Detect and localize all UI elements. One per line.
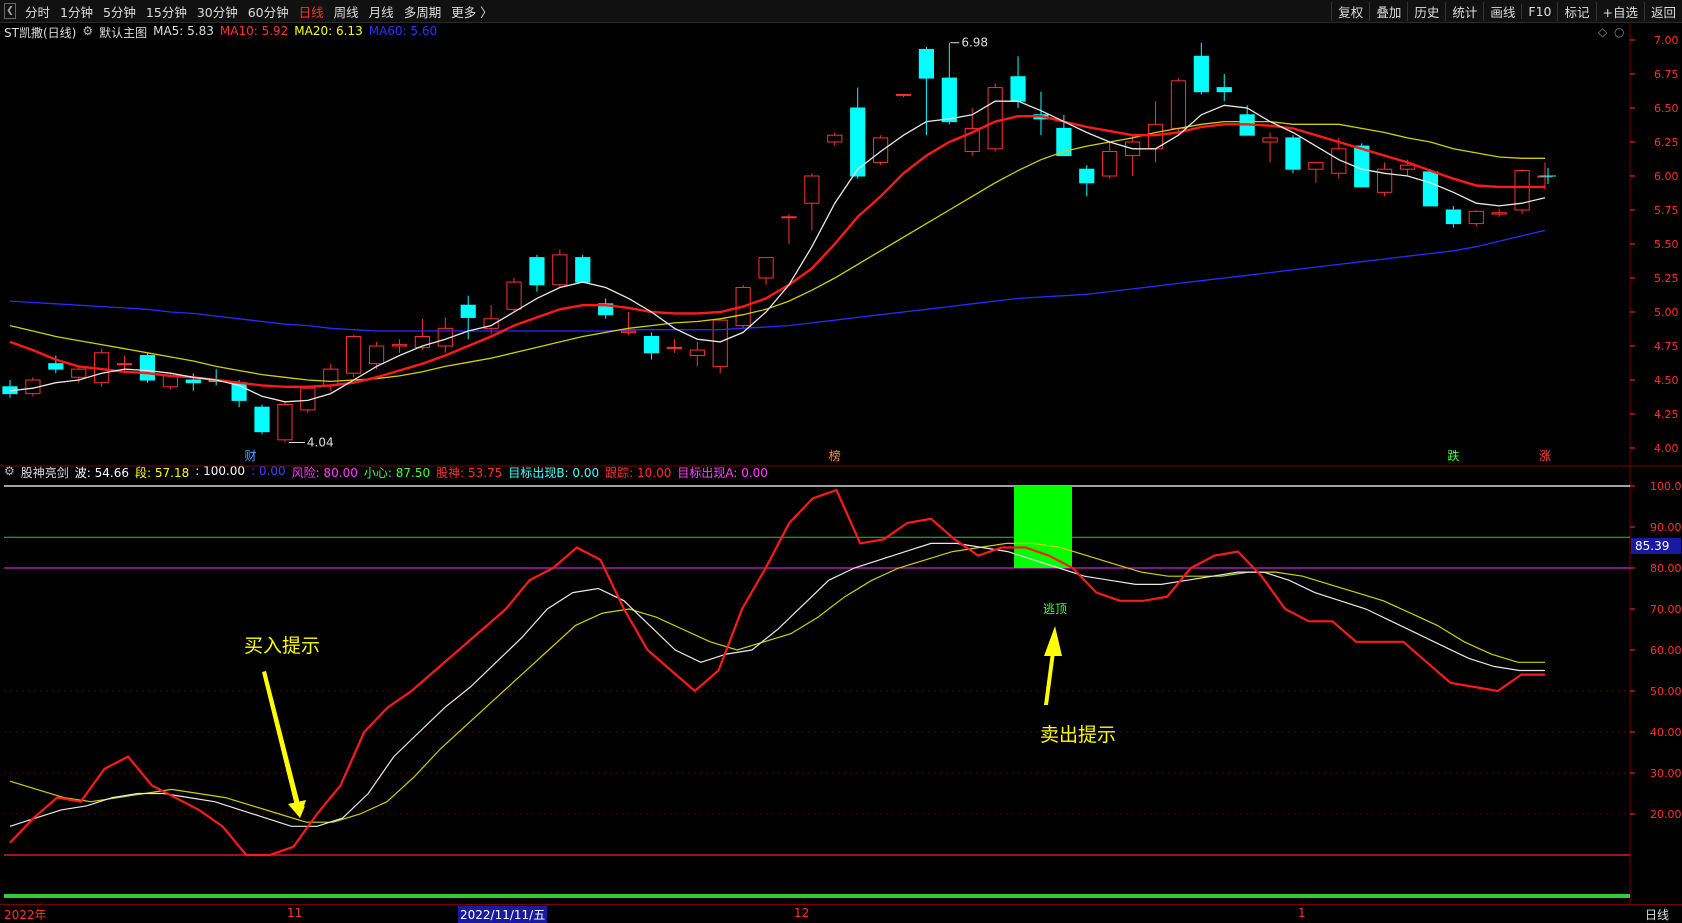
candle-up (368, 345, 385, 365)
candle-up (1399, 164, 1416, 170)
candle-up (1491, 212, 1507, 215)
min-price-label: 4.04 (307, 436, 334, 450)
candle-down (918, 49, 935, 79)
gushen-line (9, 488, 1545, 857)
candle-up (712, 319, 728, 367)
candle-up (827, 134, 843, 143)
price-axis-label: 5.75 (1654, 204, 1679, 217)
price-axis-label: 5.50 (1654, 238, 1679, 251)
candle-down (1010, 76, 1026, 102)
candle-down (139, 355, 156, 381)
candle-up (666, 346, 683, 349)
candle-up (895, 93, 912, 96)
selected-date: 2022/11/11/五 (458, 906, 548, 923)
chart-area[interactable]: 7.00 6.75 6.50 6.25 6.00 5.75 5.50 5.25 5.00 4.75… (0, 0, 1682, 904)
price-axis-label: 6.75 (1654, 68, 1679, 81)
candle-up (1468, 210, 1484, 225)
indicator-axis-label: 50.00 (1650, 685, 1682, 698)
date-nov: 11 (287, 906, 303, 920)
indicator-axis-label: 80.00 (1650, 562, 1682, 575)
price-axis-label: 4.50 (1654, 374, 1679, 387)
candle-up (987, 87, 1003, 150)
price-axis-label: 6.50 (1654, 102, 1679, 115)
candle-down (460, 304, 476, 318)
buy-arrow (262, 671, 305, 818)
candle-down (941, 77, 957, 123)
indicator-axis-label: 90.00 (1650, 521, 1682, 534)
ma5-line (9, 100, 1546, 403)
current-value-text: 85.39 (1635, 539, 1669, 553)
candle-up (323, 368, 339, 386)
candle-down (575, 257, 591, 283)
candle-up (620, 330, 637, 333)
candle-down (1422, 171, 1439, 207)
candle-up (71, 368, 87, 378)
candle-down (1216, 87, 1232, 93)
max-price-label: 6.98 (961, 36, 988, 50)
bo-line (9, 542, 1545, 827)
candle-up (1262, 137, 1278, 143)
circle-icon: ○ (1614, 25, 1624, 39)
event-tag: 榜 (829, 448, 841, 463)
candle-down (643, 335, 660, 354)
candle-up (391, 344, 408, 347)
sell-arrow (1044, 652, 1055, 705)
candle-down (1285, 137, 1301, 170)
price-axis-label: 6.00 (1654, 170, 1679, 183)
candle-down (1445, 209, 1461, 225)
price-axis-label: 4.75 (1654, 340, 1679, 353)
ma20-line (9, 120, 1545, 383)
price-axis-label: 4.25 (1654, 408, 1679, 421)
top-signal-bar (1014, 486, 1072, 568)
candle-up (689, 349, 705, 357)
candle-up (162, 375, 178, 388)
candle-up (506, 281, 522, 310)
candle-up (1331, 148, 1347, 174)
indicator-axis-label: 40.00 (1650, 726, 1682, 739)
candle-up (277, 403, 293, 441)
date-dec: 12 (794, 906, 810, 920)
ma60-line (9, 229, 1546, 332)
indicator-axis-label: 100.0 (1650, 480, 1682, 493)
event-tag: 跌 (1447, 448, 1459, 463)
price-axis-label: 6.25 (1654, 136, 1679, 149)
signal-label: 逃顶 (1043, 602, 1068, 616)
event-tag: 财 (245, 449, 257, 463)
candle-down (1193, 55, 1209, 93)
indicator-axis-label: 20.00 (1650, 808, 1682, 821)
sell-annotation: 卖出提示 (1040, 724, 1117, 746)
sell-arrowhead (1044, 626, 1062, 656)
price-axis-label: 5.00 (1654, 306, 1679, 319)
candle-up (552, 254, 568, 286)
candle-up (781, 216, 797, 219)
date-jan: 1 (1298, 906, 1306, 920)
candle-up (346, 335, 362, 374)
candle-down (185, 379, 201, 384)
event-tag: 涨 (1539, 448, 1551, 463)
candle-up (804, 175, 820, 204)
indicator-axis-label: 60.00 (1650, 644, 1682, 657)
candle-down (529, 257, 545, 286)
diamond-icon: ◇ (1598, 25, 1608, 39)
candle-up (758, 257, 774, 279)
price-axis-label: 4.00 (1654, 442, 1679, 455)
ma10-line (9, 114, 1545, 388)
indicator-axis-label: 30.00 (1650, 767, 1682, 780)
candle-up (1170, 80, 1187, 129)
candle-up (116, 363, 133, 366)
candle-up (1308, 161, 1324, 170)
date-year: 2022年 (4, 908, 47, 922)
period-label: 日线 (1645, 908, 1670, 922)
candle-up (872, 137, 889, 163)
candle-down (254, 406, 270, 433)
indicator-axis-label: 70.00 (1650, 603, 1682, 616)
date-axis: 2022年 11 2022/11/11/五 12 1 日线 (0, 904, 1682, 923)
buy-annotation: 买入提示 (244, 635, 321, 657)
price-axis-label: 5.25 (1654, 272, 1679, 285)
candle-down (48, 363, 64, 370)
candle-up (1102, 151, 1118, 177)
candle-down (1079, 168, 1095, 184)
duan-line (9, 542, 1545, 823)
price-axis-label: 7.00 (1654, 34, 1679, 47)
